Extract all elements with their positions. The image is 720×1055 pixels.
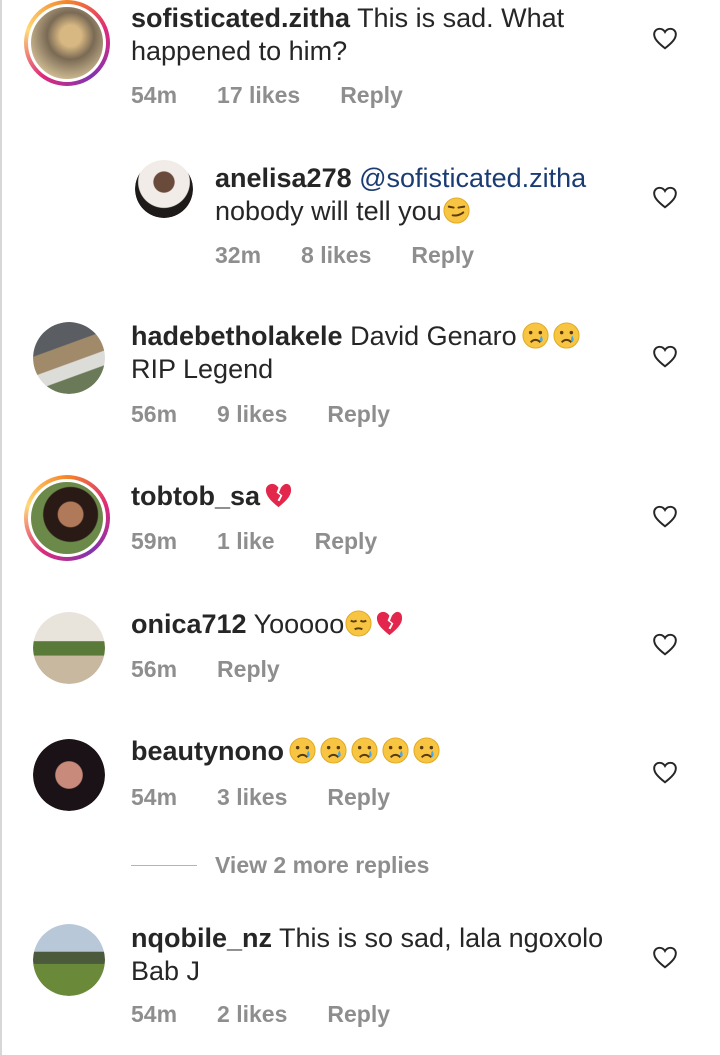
crying-face-icon [522, 322, 549, 349]
comment-text: sofisticated.zitha This is sad. What hap… [131, 2, 564, 68]
timestamp: 56m [131, 656, 178, 682]
username[interactable]: hadebetholakele [131, 321, 343, 351]
comment-body: nobody will tell you [215, 196, 442, 226]
comment-meta: 54m 2 likes Reply [131, 1001, 390, 1028]
heart-icon[interactable] [652, 632, 678, 656]
broken-heart-icon [377, 611, 403, 636]
comment-body: This is sad. What [357, 3, 565, 33]
timestamp: 54m [131, 1001, 178, 1027]
avatar[interactable] [33, 322, 105, 394]
reply-button[interactable]: Reply [327, 1001, 390, 1028]
crying-face-icon [553, 322, 580, 349]
likes-count[interactable]: 9 likes [217, 401, 287, 428]
comment-text: onica712 Yooooo [131, 608, 404, 641]
replies-divider [131, 865, 197, 866]
view-more-replies-button[interactable]: View 2 more replies [131, 852, 429, 879]
comment-body-line2: happened to him? [131, 36, 348, 66]
avatar[interactable] [24, 475, 110, 561]
avatar[interactable] [135, 160, 193, 218]
avatar[interactable] [33, 612, 105, 684]
crying-face-icon [320, 737, 347, 764]
comments-feed: sofisticated.zitha This is sad. What hap… [0, 0, 720, 1055]
timestamp: 54m [131, 784, 178, 810]
reply-button[interactable]: Reply [327, 784, 390, 811]
likes-count[interactable]: 3 likes [217, 784, 287, 811]
view-more-replies-label: View 2 more replies [215, 852, 430, 878]
crying-face-icon [289, 737, 316, 764]
timestamp: 56m [131, 401, 178, 427]
heart-icon[interactable] [652, 945, 678, 969]
username[interactable]: onica712 [131, 609, 247, 639]
heart-icon[interactable] [652, 26, 678, 50]
comment-meta: 56m 9 likes Reply [131, 401, 390, 428]
username[interactable]: nqobile_nz [131, 923, 272, 953]
pensive-face-icon [345, 610, 372, 637]
username[interactable]: beautynono [131, 736, 284, 766]
comment-text: tobtob_sa [131, 480, 293, 513]
avatar[interactable] [33, 739, 105, 811]
username[interactable]: sofisticated.zitha [131, 3, 350, 33]
comment-text: beautynono [131, 735, 441, 768]
comment-body-line2: Bab J [131, 956, 201, 986]
timestamp: 54m [131, 82, 178, 108]
likes-count[interactable]: 17 likes [217, 82, 300, 109]
reply-button[interactable]: Reply [217, 656, 280, 683]
comment-meta: 54m 3 likes Reply [131, 784, 390, 811]
reply-button[interactable]: Reply [327, 401, 390, 428]
comment-meta: 56m Reply [131, 656, 280, 683]
comment-text: anelisa278 @sofisticated.zitha nobody wi… [215, 162, 586, 228]
avatar[interactable] [33, 924, 105, 996]
crying-face-icon [382, 737, 409, 764]
comment-body: Yooooo [253, 609, 345, 639]
heart-icon[interactable] [652, 504, 678, 528]
heart-icon[interactable] [652, 185, 678, 209]
crying-face-icon [413, 737, 440, 764]
likes-count[interactable]: 8 likes [301, 242, 371, 269]
left-edge-divider [0, 0, 2, 1055]
heart-icon[interactable] [652, 344, 678, 368]
username[interactable]: anelisa278 [215, 163, 352, 193]
avatar[interactable] [24, 0, 110, 86]
comment-text: hadebetholakele David Genaro RIP Legend [131, 320, 581, 386]
comment-meta: 54m 17 likes Reply [131, 82, 403, 109]
broken-heart-icon [265, 483, 292, 508]
reply-button[interactable]: Reply [340, 82, 403, 109]
mention-link[interactable]: @sofisticated.zitha [359, 163, 586, 193]
comment-body-line2: RIP Legend [131, 354, 274, 384]
comment-meta: 32m 8 likes Reply [215, 242, 474, 269]
timestamp: 59m [131, 528, 178, 554]
timestamp: 32m [215, 242, 262, 268]
comment-body: David Genaro [350, 321, 517, 351]
comment-text: nqobile_nz This is so sad, lala ngoxolo … [131, 922, 603, 988]
likes-count[interactable]: 1 like [217, 528, 275, 555]
comment-meta: 59m 1 like Reply [131, 528, 377, 555]
reply-button[interactable]: Reply [315, 528, 378, 555]
comment-body: This is so sad, lala ngoxolo [279, 923, 604, 953]
username[interactable]: tobtob_sa [131, 481, 260, 511]
likes-count[interactable]: 2 likes [217, 1001, 287, 1028]
heart-icon[interactable] [652, 760, 678, 784]
smirk-emoji-icon [443, 197, 470, 224]
reply-button[interactable]: Reply [411, 242, 474, 269]
crying-face-icon [351, 737, 378, 764]
